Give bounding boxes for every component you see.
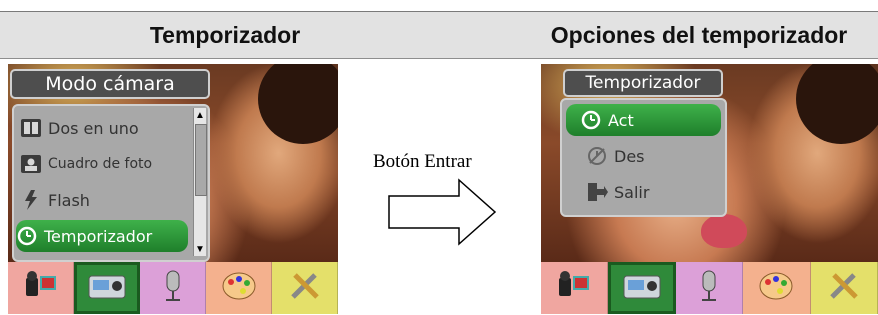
mode-bar [8,262,338,314]
menu-list: Dos en uno Cuadro de foto Flash Temporiz… [12,104,210,262]
left-header-title: Temporizador [149,21,301,48]
menu-scrollbar[interactable]: ▲ ▼ [193,108,207,256]
options-list: Act Des Salir [560,98,727,217]
menu-item-flash[interactable]: Flash [20,184,188,216]
timer-icon [16,225,38,247]
mode-tile-setup[interactable] [810,262,878,314]
palette-icon [221,270,257,307]
two-in-one-icon [20,117,42,139]
option-des[interactable]: Des [568,140,719,172]
flash-icon [20,189,42,211]
menu-item-dos-en-uno[interactable]: Dos en uno [20,112,188,144]
timer-off-icon [586,145,608,167]
video-camera-icon [557,270,591,307]
mode-tile-camera[interactable] [74,262,140,314]
scroll-down-arrow-icon[interactable]: ▼ [194,242,206,256]
photo-frame-icon [20,153,42,175]
menu-title-text: Modo cámara [45,73,175,95]
mode-tile-audio[interactable] [140,262,206,314]
option-label: Act [608,110,634,130]
menu-item-temporizador[interactable]: Temporizador [16,220,188,252]
mode-tile-effects[interactable] [206,262,272,314]
timer-on-icon [580,109,602,131]
left-camera-screen: Modo cámara Dos en uno Cuadro de foto Fl… [8,64,338,314]
mode-tile-camera[interactable] [608,262,676,314]
right-arrow-icon [387,178,497,251]
menu-title-text: Temporizador [585,73,701,93]
palette-icon [758,270,794,307]
exit-icon [586,181,608,203]
scroll-up-arrow-icon[interactable]: ▲ [194,108,206,122]
option-label: Salir [614,182,650,202]
mode-tile-setup[interactable] [272,262,338,314]
menu-item-cuadro-de-foto[interactable]: Cuadro de foto [20,148,188,180]
tools-icon [826,269,862,308]
menu-title: Modo cámara [10,69,210,99]
microphone-icon [696,269,722,308]
menu-item-label: Dos en uno [48,118,139,138]
menu-item-label: Flash [48,190,90,210]
menu-item-label: Cuadro de foto [48,156,153,172]
camera-icon [622,272,662,305]
microphone-icon [160,269,186,308]
option-label: Des [614,146,645,166]
right-camera-screen: Temporizador Act Des Salir [541,64,878,314]
mode-tile-video[interactable] [541,262,609,314]
mode-bar [541,262,878,314]
option-act[interactable]: Act [566,104,721,136]
mode-tile-video[interactable] [8,262,74,314]
option-salir[interactable]: Salir [568,176,719,208]
mode-tile-effects[interactable] [743,262,811,314]
header-band: Temporizador Opciones del temporizador [0,12,878,59]
camera-icon [87,272,127,305]
enter-button-label: Botón Entrar [373,151,472,172]
menu-item-label: Temporizador [44,226,153,246]
menu-title: Temporizador [563,69,723,97]
mode-tile-audio[interactable] [675,262,744,314]
right-header-title: Opciones del temporizador [550,21,848,48]
tools-icon [287,269,323,308]
scroll-thumb[interactable] [195,124,207,196]
video-camera-icon [24,270,58,307]
